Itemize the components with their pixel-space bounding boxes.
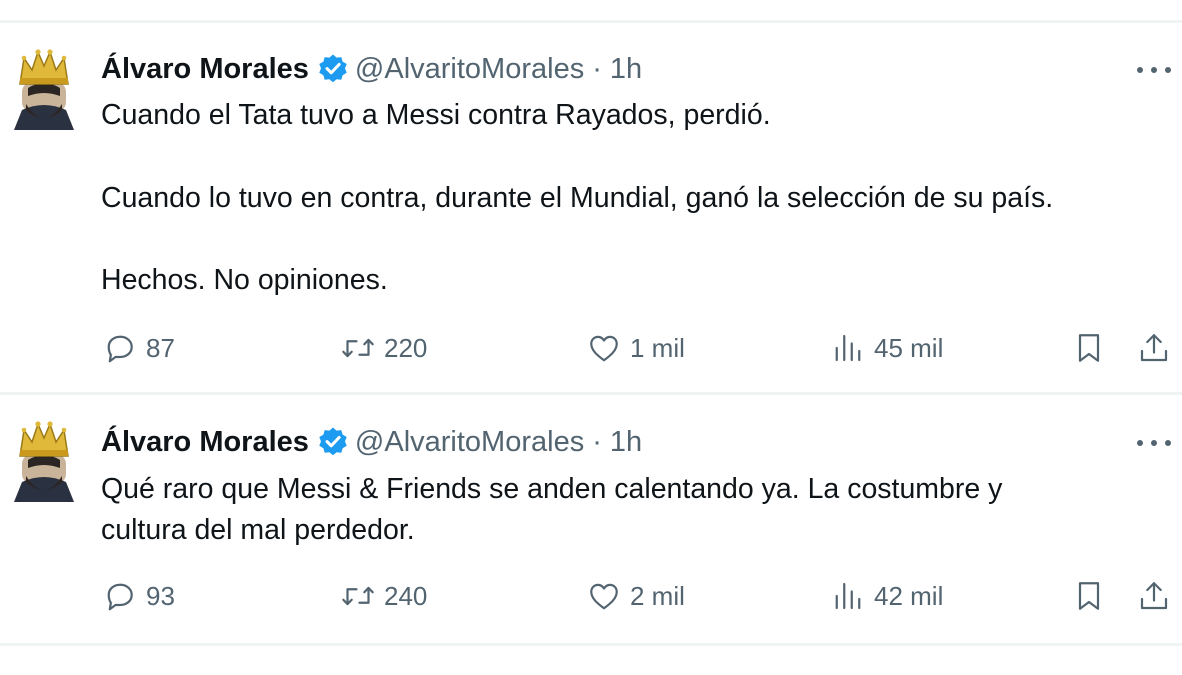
tweet-text-line: cultura del mal perdedor. (101, 514, 415, 546)
tweet-text-line: Hechos. No opiniones. (101, 264, 388, 296)
bookmark-icon[interactable] (1071, 330, 1107, 366)
reply-button[interactable]: 87 (102, 328, 175, 368)
verified-badge-icon (319, 427, 347, 456)
retweet-button[interactable]: 220 (340, 328, 427, 368)
reply-icon (102, 578, 138, 614)
reply-icon (102, 330, 138, 366)
like-icon (586, 330, 622, 366)
reply-count: 93 (146, 580, 175, 611)
views-icon (830, 578, 866, 614)
verified-badge-icon (319, 54, 347, 83)
more-icon[interactable] (1137, 431, 1171, 455)
author-handle[interactable]: @AlvaritoMorales (355, 426, 584, 459)
like-button[interactable]: 2 mil (586, 576, 685, 616)
separator-dot: · (592, 425, 602, 458)
tweet-separator (0, 392, 1182, 395)
avatar[interactable] (14, 48, 74, 130)
tweet-header: Álvaro Morales @AlvaritoMorales · 1h (101, 422, 642, 462)
tweet-time[interactable]: 1h (610, 53, 642, 86)
reply-count: 87 (146, 332, 175, 363)
top-separator (0, 20, 1182, 23)
retweet-icon (340, 330, 376, 366)
share-icon[interactable] (1136, 578, 1172, 614)
tweet-text-line: Cuando el Tata tuvo a Messi contra Rayad… (101, 99, 771, 131)
tweet-text-line: Cuando lo tuvo en contra, durante el Mun… (101, 182, 1054, 214)
retweet-button[interactable]: 240 (340, 576, 427, 616)
like-button[interactable]: 1 mil (586, 328, 685, 368)
author-name[interactable]: Álvaro Morales (101, 53, 309, 86)
author-name[interactable]: Álvaro Morales (101, 426, 309, 459)
tweet-text-line: Qué raro que Messi & Friends se anden ca… (101, 473, 1003, 505)
author-handle[interactable]: @AlvaritoMorales (355, 53, 584, 86)
like-count: 2 mil (630, 580, 685, 611)
retweet-icon (340, 578, 376, 614)
like-icon (586, 578, 622, 614)
tweet-header: Álvaro Morales @AlvaritoMorales · 1h (101, 49, 642, 89)
bottom-separator (0, 643, 1182, 646)
reply-button[interactable]: 93 (102, 576, 175, 616)
retweet-count: 220 (384, 332, 428, 363)
views-icon (830, 330, 866, 366)
views-count: 45 mil (874, 332, 944, 363)
retweet-count: 240 (384, 580, 428, 611)
separator-dot: · (592, 52, 602, 85)
views-button[interactable]: 42 mil (830, 576, 943, 616)
tweet-time[interactable]: 1h (610, 426, 642, 459)
avatar[interactable] (14, 420, 74, 502)
views-button[interactable]: 45 mil (830, 328, 943, 368)
like-count: 1 mil (630, 332, 685, 363)
bookmark-icon[interactable] (1071, 578, 1107, 614)
share-icon[interactable] (1136, 330, 1172, 366)
more-icon[interactable] (1137, 58, 1171, 82)
views-count: 42 mil (874, 580, 944, 611)
